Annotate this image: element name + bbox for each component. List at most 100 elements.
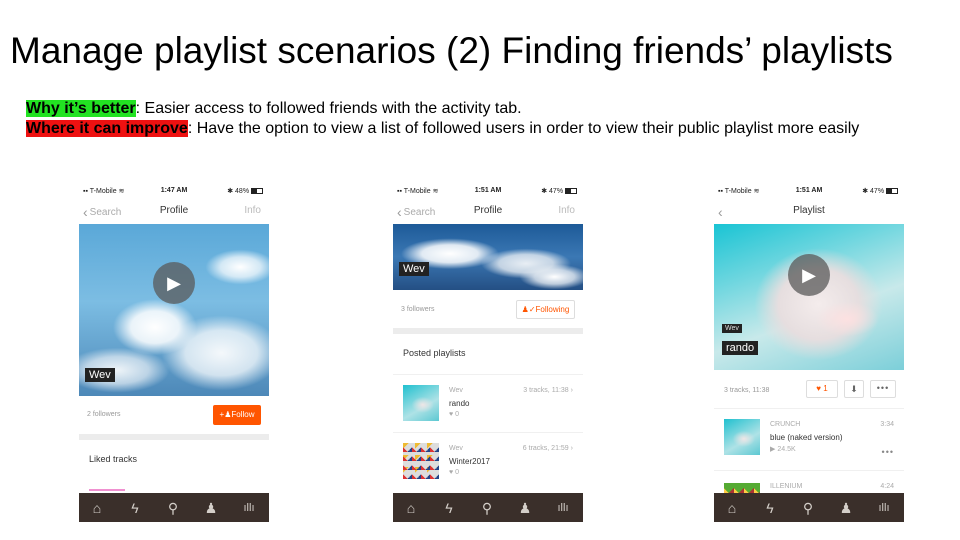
heart-icon: ♥ bbox=[449, 469, 454, 476]
track-duration: 3:34 bbox=[880, 421, 894, 428]
playlist-owner[interactable]: Wev bbox=[722, 324, 742, 333]
home-icon[interactable]: ⌂ bbox=[722, 499, 742, 517]
download-button[interactable]: ⬇ bbox=[844, 380, 864, 398]
liked-tracks-title[interactable]: Liked tracks bbox=[89, 454, 137, 464]
nav-bar: ‹ Search Profile Info bbox=[393, 202, 583, 220]
posted-playlists-title: Posted playlists bbox=[403, 348, 466, 358]
follow-label: Follow bbox=[231, 410, 255, 419]
user-icon[interactable]: ♟ bbox=[836, 499, 856, 517]
track-artist: CRUNCH bbox=[770, 421, 801, 428]
battery-icon bbox=[251, 188, 263, 195]
user-check-icon: ♟✓ bbox=[521, 305, 536, 314]
tab-bar: ⌂ ϟ ⚲ ♟ ıllı bbox=[714, 493, 904, 522]
battery-icon bbox=[565, 188, 577, 195]
lightning-icon[interactable]: ϟ bbox=[439, 499, 459, 517]
section-divider bbox=[79, 434, 269, 440]
following-label: Following bbox=[535, 305, 570, 314]
play-button[interactable]: ▶ bbox=[788, 254, 830, 296]
playlist-row[interactable]: Wev rando ♥ 0 3 tracks, 11:38 › bbox=[393, 374, 583, 424]
status-bar: ▪▪ T-Mobile ≋ 1:51 AM ✱ 47% bbox=[714, 186, 904, 198]
status-bar: ▪▪ T-Mobile ≋ 1:51 AM ✱ 47% bbox=[393, 186, 583, 198]
info-button[interactable]: Info bbox=[558, 205, 575, 216]
play-icon: ▶ bbox=[167, 273, 181, 293]
section-divider bbox=[393, 328, 583, 334]
improve-text: : Have the option to view a list of foll… bbox=[187, 120, 860, 137]
profile-name: Wev bbox=[85, 368, 115, 382]
playlist-owner: Wev bbox=[449, 445, 463, 452]
heart-icon: ♥ bbox=[449, 411, 454, 418]
play-button[interactable]: ▶ bbox=[153, 262, 195, 304]
likes-count: 0 bbox=[455, 469, 460, 476]
playlist-actions: 3 tracks, 11:38 ♥ 1 ⬇ ••• bbox=[714, 372, 904, 412]
like-count: 1 bbox=[823, 384, 828, 393]
track-more-icon[interactable]: ••• bbox=[882, 447, 894, 457]
plays-count: 24.5K bbox=[777, 446, 796, 453]
home-icon[interactable]: ⌂ bbox=[401, 499, 421, 517]
search-icon[interactable]: ⚲ bbox=[798, 499, 818, 517]
bluetooth-icon: ✱ bbox=[227, 188, 234, 195]
add-user-icon: +♟ bbox=[219, 410, 232, 419]
improve-label: Where it can improve bbox=[26, 120, 188, 137]
playlist-artwork bbox=[403, 443, 439, 479]
search-icon[interactable]: ⚲ bbox=[163, 499, 183, 517]
track-row[interactable]: CRUNCH blue (naked version) ▶ 24.5K 3:34… bbox=[714, 408, 904, 464]
playlist-owner: Wev bbox=[449, 387, 463, 394]
follow-button[interactable]: +♟Follow bbox=[213, 405, 261, 425]
status-bar: ▪▪ T-Mobile ≋ 1:47 AM ✱ 48% bbox=[79, 186, 269, 198]
nav-title: Profile bbox=[159, 205, 189, 216]
play-count-icon: ▶ bbox=[770, 446, 776, 453]
user-icon[interactable]: ♟ bbox=[515, 499, 535, 517]
lightning-icon[interactable]: ϟ bbox=[760, 499, 780, 517]
nav-bar: ‹ Search Profile Info bbox=[79, 202, 269, 220]
followers-count[interactable]: 3 followers bbox=[401, 306, 434, 313]
like-button[interactable]: ♥ 1 bbox=[806, 380, 838, 398]
search-icon[interactable]: ⚲ bbox=[477, 499, 497, 517]
battery-indicator: ✱ 47% bbox=[541, 187, 577, 195]
why-better-text: : Easier access to followed friends with… bbox=[135, 100, 522, 117]
library-icon[interactable]: ıllı bbox=[874, 499, 894, 517]
battery-text: 48% bbox=[235, 188, 250, 195]
tab-bar: ⌂ ϟ ⚲ ♟ ıllı bbox=[393, 493, 583, 522]
profile-banner: ▶ Wev bbox=[79, 224, 269, 396]
slide-notes: Why it’s better: Easier access to follow… bbox=[26, 99, 926, 139]
phone-playlist: ▪▪ T-Mobile ≋ 1:51 AM ✱ 47% ‹ Playlist ▶… bbox=[714, 180, 904, 522]
track-artwork bbox=[724, 419, 760, 455]
profile-banner: Wev bbox=[393, 224, 583, 290]
playlist-title: rando bbox=[722, 341, 759, 355]
battery-indicator: ✱ 48% bbox=[227, 187, 263, 195]
more-icon: ••• bbox=[876, 383, 890, 393]
bluetooth-icon: ✱ bbox=[541, 188, 548, 195]
battery-text: 47% bbox=[549, 188, 564, 195]
playlist-title: Winter2017 bbox=[449, 457, 490, 466]
playlist-artwork bbox=[403, 385, 439, 421]
nav-bar: ‹ Playlist bbox=[714, 202, 904, 220]
library-icon[interactable]: ıllı bbox=[553, 499, 573, 517]
followers-count[interactable]: 2 followers bbox=[87, 411, 120, 418]
bluetooth-icon: ✱ bbox=[862, 188, 869, 195]
playlist-row[interactable]: Wev Winter2017 ♥ 0 6 tracks, 21:59 › bbox=[393, 432, 583, 482]
download-icon: ⬇ bbox=[850, 384, 858, 394]
profile-name: Wev bbox=[399, 262, 429, 276]
lightning-icon[interactable]: ϟ bbox=[125, 499, 145, 517]
chevron-right-icon: › bbox=[570, 387, 573, 394]
track-duration: 4:24 bbox=[880, 483, 894, 490]
more-button[interactable]: ••• bbox=[870, 380, 896, 398]
following-button[interactable]: ♟✓Following bbox=[516, 300, 575, 319]
phone-profile-following: ▪▪ T-Mobile ≋ 1:51 AM ✱ 47% ‹ Search Prof… bbox=[393, 180, 583, 522]
track-title: blue (naked version) bbox=[770, 433, 843, 442]
track-thumbnail-edge bbox=[89, 489, 125, 491]
playlist-track-info: 3 tracks, 11:38 bbox=[724, 387, 770, 394]
chevron-right-icon: › bbox=[570, 445, 573, 452]
play-icon: ▶ bbox=[802, 265, 816, 285]
library-icon[interactable]: ıllı bbox=[239, 499, 259, 517]
nav-title: Profile bbox=[473, 205, 503, 216]
playlist-likes: ♥ 0 bbox=[449, 411, 459, 418]
user-icon[interactable]: ♟ bbox=[201, 499, 221, 517]
playlist-track-info: 6 tracks, 21:59 › bbox=[523, 445, 573, 452]
battery-text: 47% bbox=[870, 188, 885, 195]
home-icon[interactable]: ⌂ bbox=[87, 499, 107, 517]
battery-icon bbox=[886, 188, 898, 195]
info-button[interactable]: Info bbox=[244, 205, 261, 216]
track-artist: ILLENIUM bbox=[770, 483, 803, 490]
why-better-label: Why it’s better bbox=[26, 100, 136, 117]
